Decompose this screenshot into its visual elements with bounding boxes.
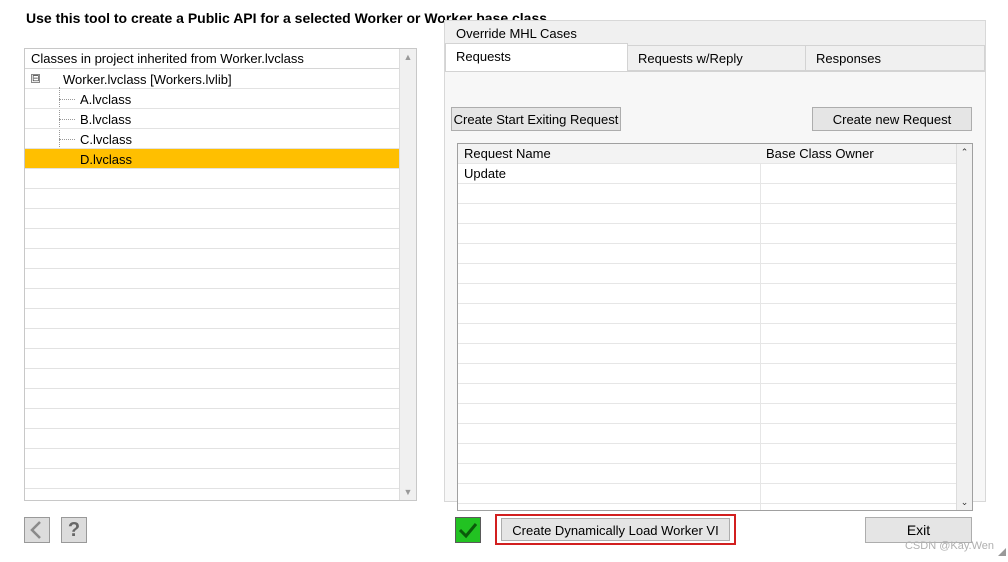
tree-item-label: B.lvclass: [80, 112, 132, 127]
tree-scrollbar[interactable]: ▲ ▼: [399, 49, 416, 500]
empty-row: [458, 244, 956, 264]
tree-item-label: A.lvclass: [80, 92, 132, 107]
tree-header: Classes in project inherited from Worker…: [25, 49, 399, 69]
empty-row: [25, 409, 399, 429]
scroll-up-icon[interactable]: ⌃: [957, 144, 972, 160]
empty-row: [25, 249, 399, 269]
column-divider: [760, 164, 761, 510]
tree-item-a[interactable]: A.lvclass: [25, 89, 399, 109]
panel-title: Override MHL Cases: [456, 26, 577, 41]
collapse-icon[interactable]: ⊟: [31, 74, 40, 83]
column-header-base-class-owner[interactable]: Base Class Owner: [760, 144, 956, 164]
tree-item-d[interactable]: D.lvclass: [25, 149, 399, 169]
tab-content: Create Start Exiting Request Create new …: [445, 71, 985, 511]
empty-row: [25, 169, 399, 189]
empty-row: [458, 364, 956, 384]
empty-row: [458, 224, 956, 244]
table-header: Request Name Base Class Owner: [458, 144, 956, 164]
checkmark-indicator: [455, 517, 481, 543]
empty-row: [25, 269, 399, 289]
tree-item-b[interactable]: B.lvclass: [25, 109, 399, 129]
empty-row: [25, 329, 399, 349]
empty-row: [458, 264, 956, 284]
empty-row: [458, 444, 956, 464]
empty-row: [458, 204, 956, 224]
empty-row: [458, 484, 956, 504]
scroll-down-icon[interactable]: ▼: [400, 484, 416, 500]
empty-row: [458, 324, 956, 344]
scroll-down-icon[interactable]: ⌄: [957, 494, 972, 510]
override-mhl-panel: Override MHL Cases Requests Requests w/R…: [444, 20, 986, 511]
tab-requests[interactable]: Requests: [445, 43, 628, 72]
empty-row: [25, 289, 399, 309]
empty-row: [25, 449, 399, 469]
resize-grip-icon[interactable]: [998, 548, 1006, 556]
table-row-owner[interactable]: [760, 164, 956, 184]
tree-item-label: C.lvclass: [80, 132, 133, 147]
back-arrow-icon: [30, 521, 41, 539]
empty-row: [458, 344, 956, 364]
empty-row: [25, 209, 399, 229]
create-start-exiting-request-button[interactable]: Create Start Exiting Request: [451, 107, 621, 131]
create-new-request-button[interactable]: Create new Request: [812, 107, 972, 131]
empty-row: [25, 429, 399, 449]
empty-row: [25, 369, 399, 389]
empty-row: [458, 184, 956, 204]
question-mark-icon: ?: [67, 519, 81, 541]
empty-row: [458, 404, 956, 424]
empty-row: [25, 229, 399, 249]
watermark: CSDN @Kay.Wen: [904, 540, 994, 552]
column-header-request-name[interactable]: Request Name: [458, 144, 760, 164]
requests-table[interactable]: Request Name Base Class Owner Update ⌃ ⌄: [457, 143, 973, 511]
checkmark-icon: [458, 523, 478, 539]
tree-item-label: Worker.lvclass [Workers.lvlib]: [63, 72, 232, 87]
highlight-box: Create Dynamically Load Worker VI: [495, 514, 736, 545]
empty-row: [458, 424, 956, 444]
back-button[interactable]: [24, 517, 50, 543]
tree-item-label: D.lvclass: [80, 152, 133, 167]
empty-row: [458, 284, 956, 304]
empty-row: [25, 389, 399, 409]
empty-row: [25, 349, 399, 369]
empty-row: [25, 189, 399, 209]
table-row-name[interactable]: Update: [458, 164, 760, 184]
create-dynamically-load-worker-vi-button[interactable]: Create Dynamically Load Worker VI: [501, 518, 730, 541]
help-button[interactable]: ?: [61, 517, 87, 543]
tab-requests-w-reply[interactable]: Requests w/Reply: [627, 45, 806, 71]
empty-row: [458, 304, 956, 324]
empty-row: [458, 384, 956, 404]
tab-responses[interactable]: Responses: [805, 45, 985, 71]
scroll-up-icon[interactable]: ▲: [400, 49, 416, 65]
empty-row: [25, 469, 399, 489]
empty-row: [25, 309, 399, 329]
tree-item-c[interactable]: C.lvclass: [25, 129, 399, 149]
table-scrollbar[interactable]: ⌃ ⌄: [956, 144, 972, 510]
tree-item-root[interactable]: ⊟ Worker.lvclass [Workers.lvlib]: [25, 69, 399, 89]
class-tree-panel[interactable]: Classes in project inherited from Worker…: [24, 48, 417, 501]
empty-row: [458, 464, 956, 484]
